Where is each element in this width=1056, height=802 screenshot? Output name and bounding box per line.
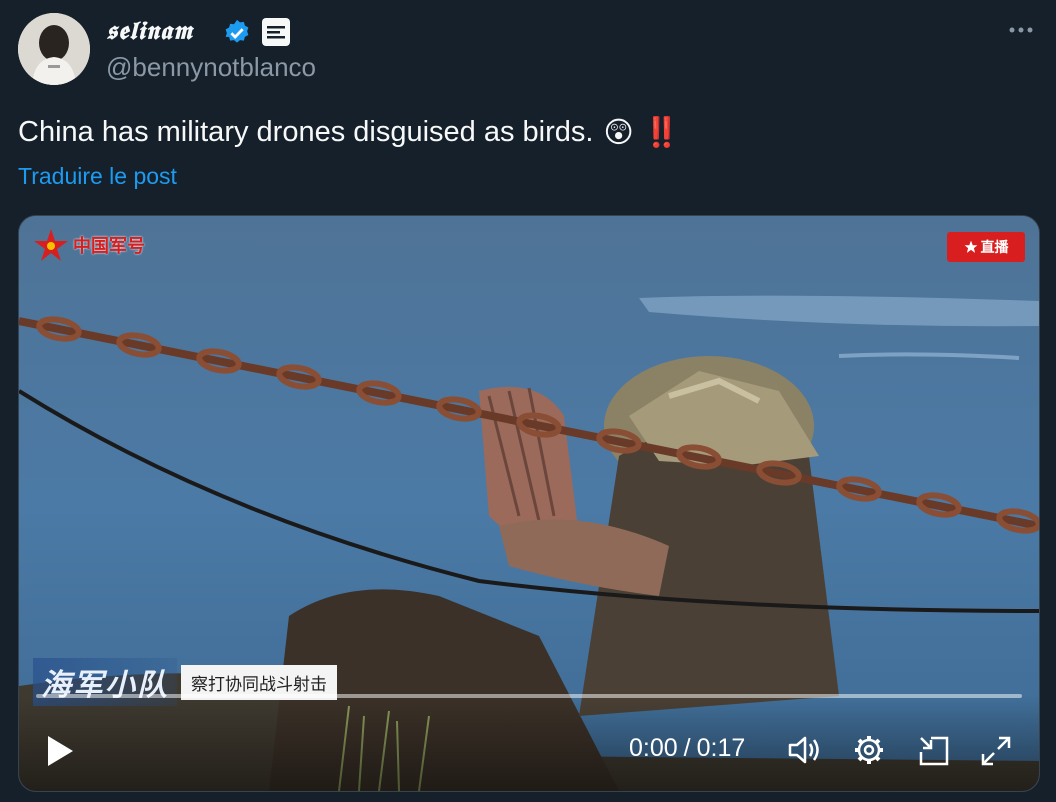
affiliate-badge-icon[interactable] <box>262 18 290 46</box>
double-exclamation-emoji: ‼️ <box>643 116 680 149</box>
live-badge-label: 直播 <box>980 239 1009 255</box>
controls-gradient <box>19 696 1039 791</box>
more-options-icon[interactable] <box>1006 18 1036 42</box>
progress-bar[interactable] <box>36 694 1022 698</box>
time-display: 0:00 / 0:17 <box>629 734 745 763</box>
fullscreen-icon[interactable] <box>979 734 1013 768</box>
display-name[interactable]: 𝖘𝖊𝖑𝖎𝖓𝖆𝖒 <box>106 16 193 46</box>
volume-icon[interactable] <box>787 733 823 767</box>
channel-logo-text: 中国军号 <box>73 236 145 256</box>
time-separator: / <box>683 734 691 762</box>
picture-in-picture-icon[interactable] <box>917 734 951 768</box>
live-badge: 直播 <box>947 232 1025 262</box>
author-handle[interactable]: @bennynotblanco <box>106 52 316 83</box>
star-icon <box>964 240 977 253</box>
astonished-emoji: 😲 <box>603 117 634 149</box>
video-player[interactable]: 中国军号 直播 海军小队 察打协同战斗射击 0:00 / 0:17 <box>18 215 1040 792</box>
tweet-text: China has military drones disguised as b… <box>18 115 680 150</box>
time-current: 0:00 <box>629 734 678 762</box>
settings-gear-icon[interactable] <box>853 734 885 766</box>
verified-badge-icon[interactable] <box>222 18 252 48</box>
channel-logo: 中国军号 <box>33 228 145 262</box>
time-total: 0:17 <box>696 734 746 762</box>
red-star-icon <box>34 229 68 261</box>
tweet-body: China has military drones disguised as b… <box>18 116 594 148</box>
translate-link[interactable]: Traduire le post <box>18 163 177 190</box>
avatar[interactable] <box>18 13 90 85</box>
play-icon[interactable] <box>45 734 75 768</box>
